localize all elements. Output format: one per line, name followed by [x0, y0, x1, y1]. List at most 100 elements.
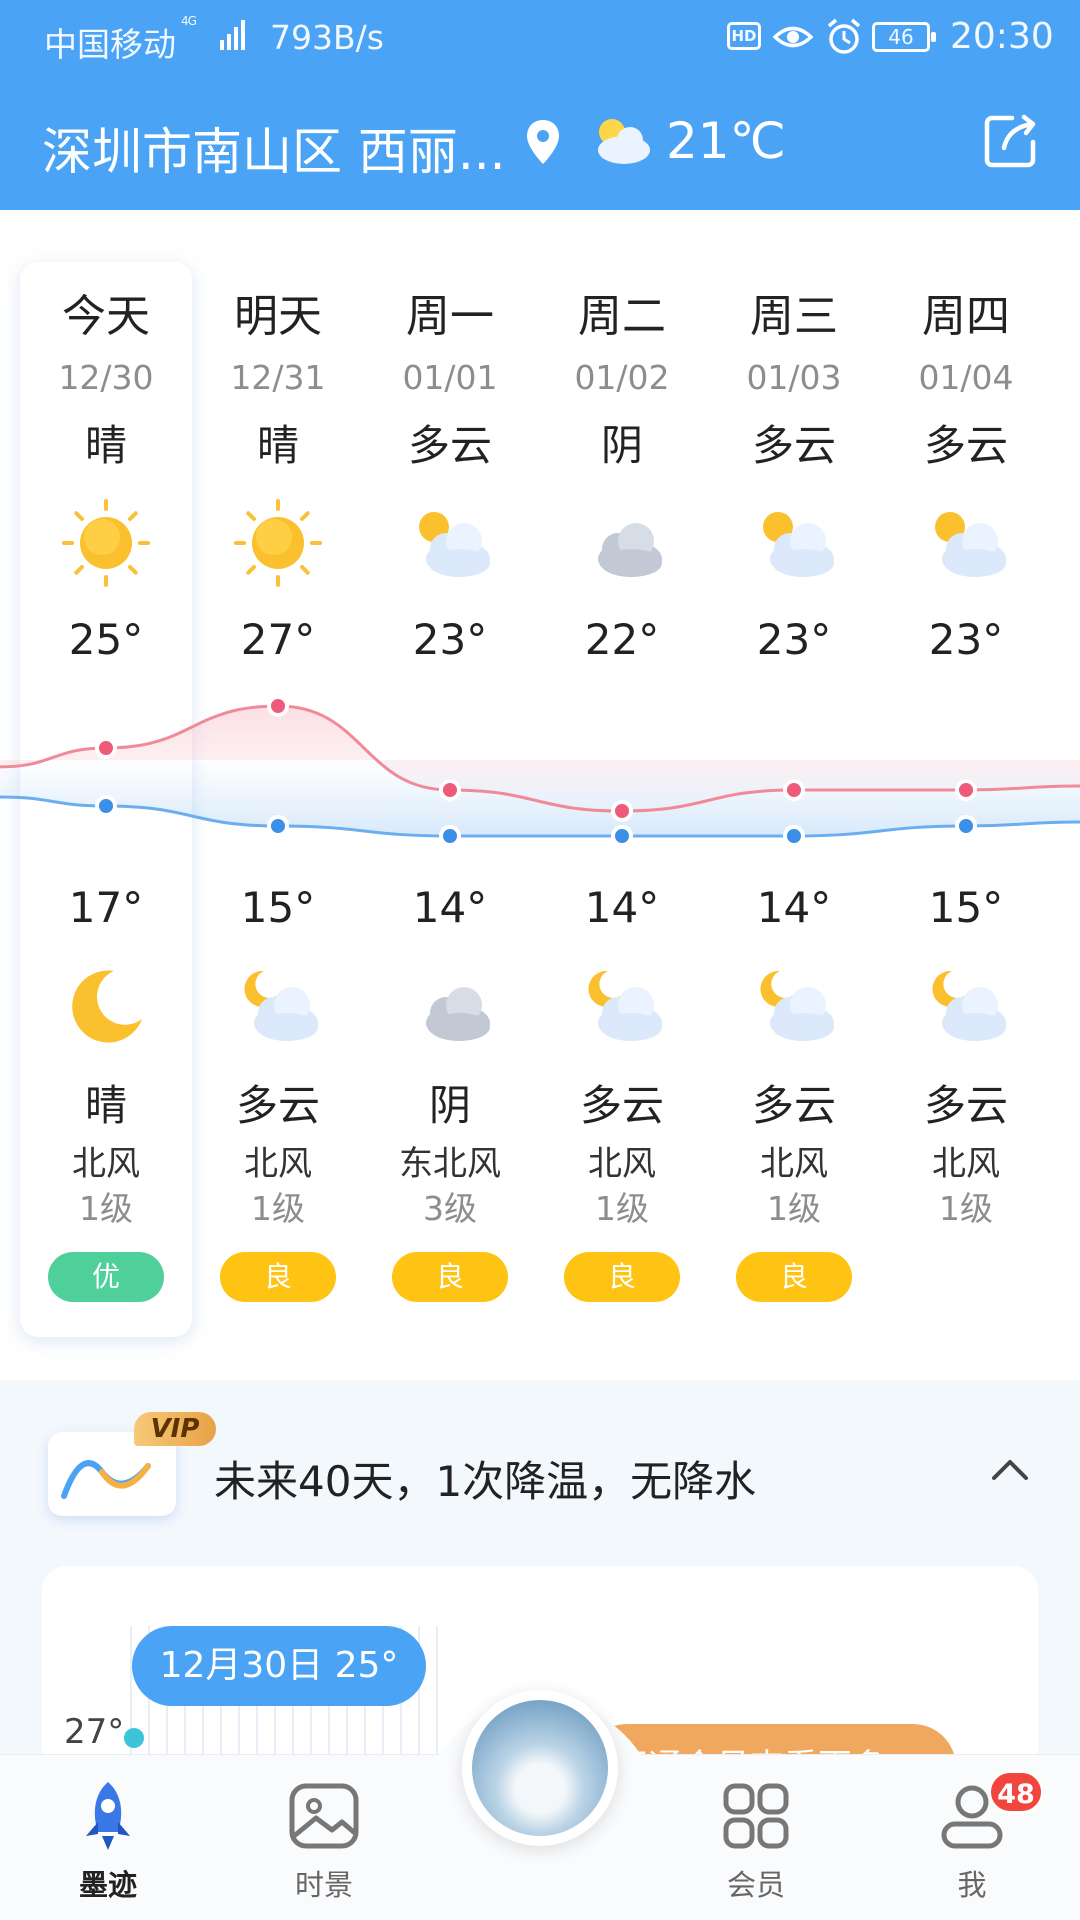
- notification-badge: 48: [988, 1770, 1044, 1814]
- sky-photo: [472, 1700, 608, 1836]
- date-tooltip: 12月30日 25°: [132, 1626, 426, 1706]
- wind-direction: 北风: [588, 1144, 656, 1184]
- forecast-night-0[interactable]: 17° 晴北风 1级优: [20, 878, 192, 1302]
- forecast-night-3[interactable]: 14° 多云 北风 1级良: [536, 878, 708, 1302]
- wind-direction: 北风: [72, 1144, 140, 1184]
- sun-icon: [20, 488, 192, 598]
- wind-direction: 北风: [760, 1144, 828, 1184]
- wind-direction: 东北风: [399, 1144, 501, 1184]
- day-date: 01/03: [746, 358, 842, 397]
- forecast-day-2[interactable]: 周一 01/01 多云 23°: [364, 288, 536, 670]
- forecast-day-1[interactable]: 明天 12/31 晴 27°: [192, 288, 364, 670]
- low-temp-point: [439, 825, 461, 847]
- day-condition: 多云: [751, 421, 836, 470]
- wind-level: 1级: [79, 1189, 133, 1228]
- day-date: 12/31: [230, 358, 326, 397]
- night-condition: 晴: [84, 1081, 127, 1130]
- aqi-badge[interactable]: 良: [564, 1252, 680, 1302]
- nav-label-moji: 墨迹: [78, 1868, 137, 1902]
- forecast-night-5[interactable]: 15° 多云 北风 1级: [880, 878, 1052, 1232]
- sun-cloud-icon: [364, 488, 536, 598]
- night-condition: 多云: [923, 1081, 1008, 1130]
- network-label: 4G: [181, 14, 197, 28]
- forecast-day-4[interactable]: 周三 01/03 多云 23°: [708, 288, 880, 670]
- day-condition: 晴: [84, 421, 127, 470]
- wind-direction: 北风: [244, 1144, 312, 1184]
- location-pin-icon[interactable]: [524, 118, 562, 168]
- moon-cloud-icon: [192, 952, 364, 1062]
- high-temp-point: [955, 779, 977, 801]
- overcast-icon: [536, 488, 708, 598]
- location-title[interactable]: 深圳市南山区 西丽...: [42, 112, 506, 184]
- network-speed: 793B/s: [270, 18, 384, 57]
- long-range-temp-label: 27°: [64, 1712, 125, 1752]
- forecast-night-2[interactable]: 14° 阴东北风 3级良: [364, 878, 536, 1302]
- day-name: 周二: [578, 291, 666, 342]
- low-temp-point: [611, 825, 633, 847]
- night-condition: 多云: [579, 1081, 664, 1130]
- nav-item-scenery[interactable]: 时景: [254, 1780, 394, 1904]
- day-condition: 多云: [923, 421, 1008, 470]
- low-temp-point: [95, 795, 117, 817]
- day-condition: 多云: [407, 421, 492, 470]
- wind-direction: 北风: [932, 1144, 1000, 1184]
- low-temp-point: [955, 815, 977, 837]
- high-temp-point: [783, 779, 805, 801]
- night-condition: 阴: [428, 1081, 471, 1130]
- overcast-icon: [364, 952, 536, 1062]
- aqi-badge[interactable]: 良: [220, 1252, 336, 1302]
- temperature-chart: [0, 695, 1080, 847]
- night-condition: 多云: [751, 1081, 836, 1130]
- day-condition: 阴: [600, 421, 643, 470]
- forecast-40-day-summary[interactable]: 未来40天，1次降温，无降水: [214, 1448, 756, 1509]
- forecast-day-3[interactable]: 周二 01/02 阴 22°: [536, 288, 708, 670]
- moon-cloud-icon: [708, 952, 880, 1062]
- picture-icon: [289, 1783, 359, 1849]
- sun-icon: [192, 488, 364, 598]
- status-bar: 中国移动 4G 793B/s HD 46 20:30: [0, 0, 1080, 80]
- aqi-badge[interactable]: 优: [48, 1252, 164, 1302]
- signal-icon: [220, 20, 245, 50]
- high-temp-point: [611, 800, 633, 822]
- current-temperature: 21℃: [666, 112, 786, 170]
- moon-cloud-icon: [536, 952, 708, 1062]
- forecast-day-0[interactable]: 今天 12/30 晴 25°: [20, 288, 192, 670]
- moon-icon: [20, 952, 192, 1062]
- low-temp-point: [267, 815, 289, 837]
- chevron-up-icon[interactable]: [990, 1456, 1030, 1482]
- day-name: 周三: [750, 291, 838, 342]
- high-temp-point: [439, 779, 461, 801]
- battery-icon: 46: [872, 22, 936, 52]
- nav-label-scenery: 时景: [294, 1868, 353, 1902]
- share-icon[interactable]: [982, 112, 1040, 170]
- eye-icon: [773, 26, 813, 48]
- hd-icon: HD: [727, 22, 761, 50]
- day-date: 12/30: [58, 358, 154, 397]
- aqi-badge[interactable]: 良: [736, 1252, 852, 1302]
- wind-level: 3级: [423, 1189, 477, 1228]
- alarm-icon: [827, 18, 861, 54]
- partly-cloudy-icon: [598, 119, 650, 164]
- sun-cloud-icon: [880, 488, 1052, 598]
- night-condition: 多云: [235, 1081, 320, 1130]
- carrier-label: 中国移动: [44, 25, 176, 64]
- moon-cloud-icon: [880, 952, 1052, 1062]
- sky-photo-button[interactable]: [462, 1690, 618, 1846]
- aqi-badge[interactable]: 良: [392, 1252, 508, 1302]
- forecast-day-5[interactable]: 周四 01/04 多云 23°: [880, 288, 1052, 670]
- nav-item-moji[interactable]: 墨迹: [38, 1780, 178, 1904]
- day-name: 周一: [406, 291, 494, 342]
- forecast-night-4[interactable]: 14° 多云 北风 1级良: [708, 878, 880, 1302]
- nav-item-member[interactable]: 会员: [686, 1780, 826, 1904]
- forecast-night-1[interactable]: 15° 多云 北风 1级良: [192, 878, 364, 1302]
- wind-level: 1级: [251, 1189, 305, 1228]
- wind-level: 1级: [595, 1189, 649, 1228]
- rocket-icon: [86, 1782, 130, 1850]
- high-temp-point: [267, 695, 289, 717]
- header-bar: 中国移动 4G 793B/s HD 46 20:30 深圳市南山区 西丽... …: [0, 0, 1080, 210]
- day-name: 明天: [234, 291, 322, 342]
- low-temp-point: [783, 825, 805, 847]
- day-date: 01/04: [918, 358, 1014, 397]
- grid-icon: [723, 1783, 789, 1849]
- clock: 20:30: [950, 16, 1054, 57]
